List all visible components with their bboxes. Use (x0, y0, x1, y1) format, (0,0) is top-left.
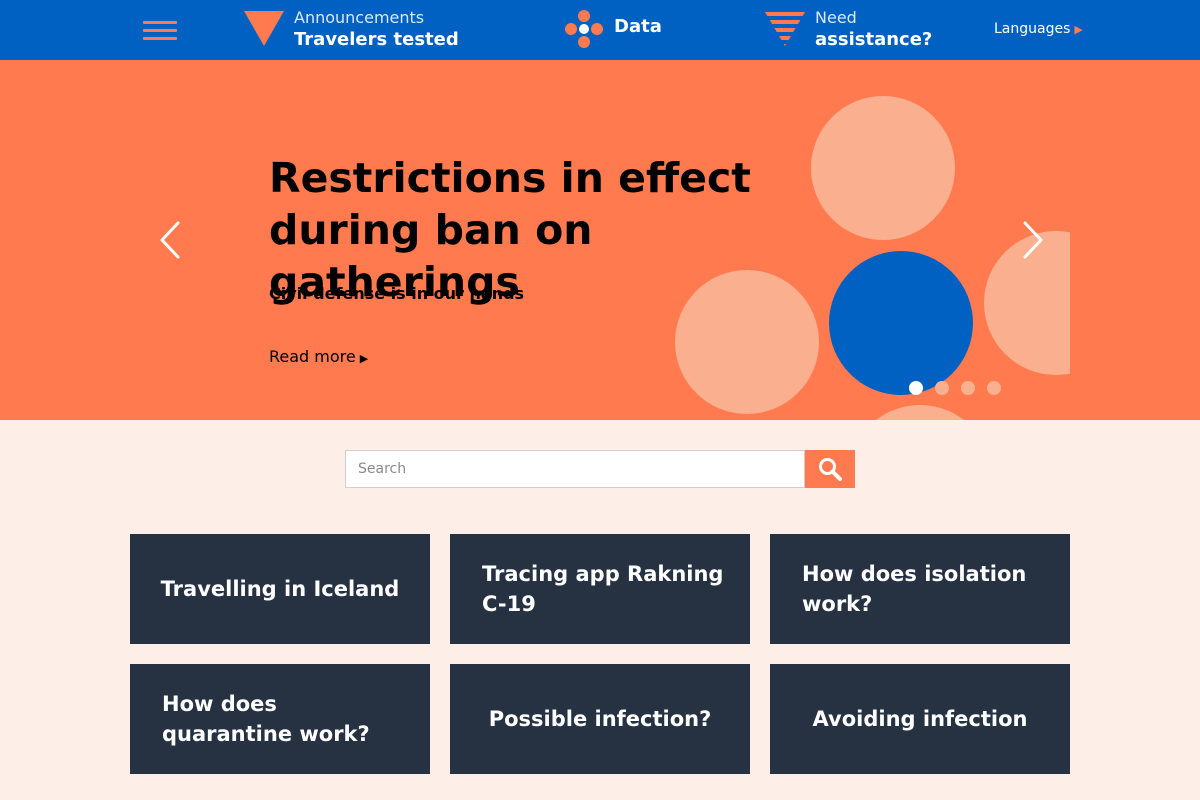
card-travelling-in-iceland[interactable]: Travelling in Iceland (130, 534, 430, 644)
announcements-label: Announcements (294, 8, 425, 27)
top-bar: Announcements Travelers tested Data Need… (0, 0, 1200, 60)
need-label: Need (815, 8, 857, 27)
assistance-label: assistance? (815, 29, 933, 50)
card-avoiding-infection[interactable]: Avoiding infection (770, 664, 1070, 774)
card-label: How does quarantine work? (162, 692, 370, 746)
hero-subtitle: Civil defense is in our hands (269, 284, 525, 303)
nav-need-assistance[interactable]: Need assistance? (765, 0, 935, 60)
striped-triangle-icon (765, 12, 805, 46)
slider-dot-2[interactable] (935, 381, 949, 395)
search-icon (819, 458, 842, 481)
chevron-left-icon[interactable] (157, 220, 187, 260)
search-input[interactable] (345, 450, 805, 488)
triangle-down-icon (244, 11, 284, 46)
triangle-right-icon: ▶ (359, 352, 369, 365)
card-label: Avoiding infection (812, 707, 1028, 731)
nav-data[interactable]: Data (564, 0, 674, 60)
travelers-tested-label: Travelers tested (294, 29, 459, 50)
hamburger-menu-icon[interactable] (143, 21, 177, 43)
slider-dot-3[interactable] (961, 381, 975, 395)
card-tracing-app[interactable]: Tracing app Rakning C-19 (450, 534, 750, 644)
triangle-right-icon: ▶ (1074, 23, 1083, 36)
slider-dot-1[interactable] (909, 381, 923, 395)
search-button[interactable] (805, 450, 855, 488)
card-label: Possible infection? (488, 707, 712, 731)
card-label: How does isolation work? (802, 562, 1027, 616)
read-more-link[interactable]: Read more ▶ (269, 347, 368, 366)
slider-dot-4[interactable] (987, 381, 1001, 395)
hero-slider: Restrictions in effect during ban on gat… (0, 60, 1200, 420)
card-possible-infection[interactable]: Possible infection? (450, 664, 750, 774)
dots-cluster-icon (565, 10, 603, 48)
data-label: Data (614, 16, 662, 37)
card-label: Travelling in Iceland (160, 577, 400, 601)
search-bar (345, 450, 855, 488)
card-isolation[interactable]: How does isolation work? (770, 534, 1070, 644)
read-more-label: Read more (269, 347, 356, 366)
languages-label: Languages (994, 21, 1071, 37)
chevron-right-icon[interactable] (1016, 220, 1046, 260)
nav-announcements[interactable]: Announcements Travelers tested (244, 0, 459, 60)
languages-link[interactable]: Languages ▶ (994, 21, 1083, 37)
card-label: Tracing app Rakning C-19 (482, 562, 724, 616)
card-quarantine[interactable]: How does quarantine work? (130, 664, 430, 774)
